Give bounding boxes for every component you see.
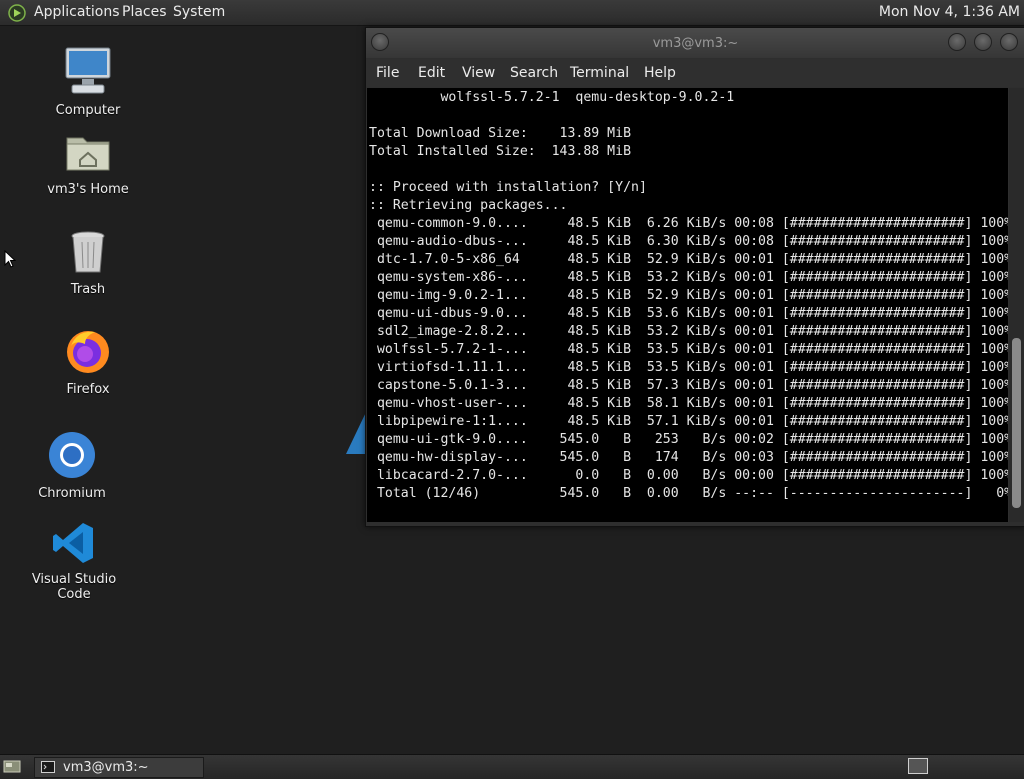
applications-logo-icon[interactable] xyxy=(8,4,26,22)
home-folder-icon xyxy=(66,137,110,171)
clock[interactable]: Mon Nov 4, 1:36 AM xyxy=(879,4,1020,20)
window-title: vm3@vm3:~ xyxy=(652,36,739,51)
applications-menu[interactable]: Applications xyxy=(34,4,120,20)
desktop-icon-vscode[interactable]: Visual Studio Code xyxy=(14,520,134,602)
terminal-menubar: File Edit View Search Terminal Help xyxy=(366,59,1024,87)
taskbar-task-label: vm3@vm3:~ xyxy=(63,760,149,775)
terminal-line: wolfssl-5.7.2-1-... 48.5 KiB 53.5 KiB/s … xyxy=(369,342,1008,357)
close-icon[interactable] xyxy=(1000,33,1018,51)
terminal-window[interactable]: vm3@vm3:~ File Edit View Search Terminal… xyxy=(365,27,1024,527)
terminal-line: qemu-system-x86-... 48.5 KiB 53.2 KiB/s … xyxy=(369,270,1008,285)
terminal-line: qemu-img-9.0.2-1... 48.5 KiB 52.9 KiB/s … xyxy=(369,288,1008,303)
desktop-icon-label: Firefox xyxy=(66,382,110,397)
desktop-icon-label: Computer xyxy=(55,103,121,118)
terminal-line: qemu-audio-dbus-... 48.5 KiB 6.30 KiB/s … xyxy=(369,234,1008,249)
top-panel: Applications Places System Mon Nov 4, 1:… xyxy=(0,0,1024,26)
mouse-cursor-icon xyxy=(4,250,16,268)
firefox-icon xyxy=(67,331,109,373)
minimize-icon[interactable] xyxy=(948,33,966,51)
terminal-line: wolfssl-5.7.2-1 qemu-desktop-9.0.2-1 xyxy=(369,90,735,105)
bottom-panel: vm3@vm3:~ xyxy=(0,754,1024,779)
scrollbar-thumb[interactable] xyxy=(1012,338,1021,508)
terminal-line: :: Proceed with installation? [Y/n] xyxy=(369,180,647,195)
desktop-icon-home[interactable]: vm3's Home xyxy=(28,128,148,197)
menu-help[interactable]: Help xyxy=(644,65,676,81)
terminal-line: qemu-ui-gtk-9.0.... 545.0 B 253 B/s 00:0… xyxy=(369,432,1008,447)
terminal-line: Total Installed Size: 143.88 MiB xyxy=(369,144,632,159)
terminal-line: virtiofsd-1.11.1... 48.5 KiB 53.5 KiB/s … xyxy=(369,360,1008,375)
terminal-line: sdl2_image-2.8.2... 48.5 KiB 53.2 KiB/s … xyxy=(369,324,1008,339)
terminal-line: libpipewire-1:1.... 48.5 KiB 57.1 KiB/s … xyxy=(369,414,1008,429)
desktop-icon-trash[interactable]: Trash xyxy=(28,228,148,297)
menu-edit[interactable]: Edit xyxy=(418,65,445,81)
terminal-line: qemu-ui-dbus-9.0... 48.5 KiB 53.6 KiB/s … xyxy=(369,306,1008,321)
terminal-scrollbar[interactable] xyxy=(1009,88,1024,522)
terminal-line: :: Retrieving packages... xyxy=(369,198,568,213)
menu-file[interactable]: File xyxy=(376,65,399,81)
window-titlebar[interactable]: vm3@vm3:~ xyxy=(366,28,1024,58)
terminal-line: qemu-common-9.0.... 48.5 KiB 6.26 KiB/s … xyxy=(369,216,1008,231)
terminal-line: qemu-vhost-user-... 48.5 KiB 58.1 KiB/s … xyxy=(369,396,1008,411)
terminal-line: Total Download Size: 13.89 MiB xyxy=(369,126,632,141)
chromium-icon xyxy=(49,432,95,478)
terminal-icon xyxy=(41,761,55,773)
system-menu[interactable]: System xyxy=(173,4,225,20)
maximize-icon[interactable] xyxy=(974,33,992,51)
menu-view[interactable]: View xyxy=(462,65,495,81)
trash-icon xyxy=(71,231,105,273)
desktop-icon-firefox[interactable]: Firefox xyxy=(28,326,148,397)
computer-icon xyxy=(65,47,111,94)
menu-search[interactable]: Search xyxy=(510,65,558,81)
terminal-line: capstone-5.0.1-3... 48.5 KiB 57.3 KiB/s … xyxy=(369,378,1008,393)
terminal-line: libcacard-2.7.0-... 0.0 B 0.00 B/s 00:00… xyxy=(369,468,1008,483)
terminal-output[interactable]: wolfssl-5.7.2-1 qemu-desktop-9.0.2-1 Tota… xyxy=(367,88,1008,522)
terminal-line: dtc-1.7.0-5-x86_64 48.5 KiB 52.9 KiB/s 0… xyxy=(369,252,1008,267)
desktop-icon-label: Visual Studio Code xyxy=(31,572,117,602)
places-menu[interactable]: Places xyxy=(122,4,167,20)
desktop-icon-label: Chromium xyxy=(38,486,106,501)
vscode-icon xyxy=(53,523,93,563)
show-desktop-icon[interactable] xyxy=(3,759,21,773)
desktop-icon-computer[interactable]: Computer xyxy=(28,45,148,118)
terminal-lines: wolfssl-5.7.2-1 qemu-desktop-9.0.2-1 Tota… xyxy=(369,89,1008,503)
desktop-icon-label: vm3's Home xyxy=(47,182,129,197)
desktop-icon-label: Trash xyxy=(70,282,106,297)
desktop-icon-chromium[interactable]: Chromium xyxy=(12,430,132,501)
terminal-line: qemu-hw-display-... 545.0 B 174 B/s 00:0… xyxy=(369,450,1008,465)
workspace-switcher[interactable] xyxy=(908,758,928,774)
taskbar-terminal-task[interactable]: vm3@vm3:~ xyxy=(34,757,204,778)
terminal-line: Total (12/46) 545.0 B 0.00 B/s --:-- [--… xyxy=(369,486,1008,501)
menu-terminal[interactable]: Terminal xyxy=(570,65,629,81)
